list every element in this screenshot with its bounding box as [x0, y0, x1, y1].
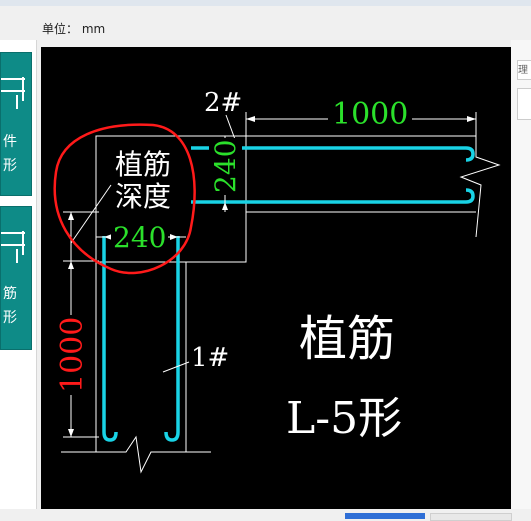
rebar-thumbnail-icon — [1, 77, 25, 109]
label-depth-line2: 深度 — [115, 180, 172, 213]
leader-1 — [162, 361, 190, 373]
thumbnail-label-line1: 件 — [3, 134, 17, 150]
break-line-right — [459, 122, 501, 238]
window-top-edge — [0, 0, 531, 6]
right-panel-strip: 理 — [511, 40, 531, 519]
dim-top-value: 1000 — [328, 97, 413, 132]
annotation-1: 1# — [191, 343, 230, 373]
annotation-2: 2# — [204, 88, 243, 118]
right-field[interactable] — [517, 88, 531, 120]
rebar-thumbnail-icon — [1, 231, 25, 263]
title-line1: 植筋 — [299, 311, 396, 367]
leader-depth — [70, 184, 112, 244]
dim-left-value: 1000 — [55, 314, 90, 395]
thumbnail-label-line2: 形 — [3, 158, 17, 174]
confirm-button[interactable] — [345, 513, 425, 519]
thumbnail-card[interactable]: 件 形 — [0, 52, 32, 196]
title-line2: L-5形 — [286, 393, 403, 444]
cancel-button[interactable] — [430, 513, 512, 521]
dim-240-right-value: 240 — [209, 137, 242, 195]
thumbnail-card[interactable]: 筋 形 — [0, 206, 32, 350]
break-line-bottom — [61, 435, 211, 474]
thumbnail-label-line1: 筋 — [3, 286, 17, 302]
drawing-canvas: 2# 1000 植筋 深度 240 240 1000 1# 植筋 L-5形 — [41, 47, 511, 509]
left-thumbnail-panel: 件 形 筋 形 — [0, 40, 37, 519]
thumbnail-label-line2: 形 — [3, 310, 17, 326]
dim-240-inner-value: 240 — [111, 221, 169, 254]
rebar-diagram — [53, 112, 501, 474]
vertical-rebar-1 — [102, 236, 180, 442]
unit-label: 单位： mm — [42, 22, 106, 36]
right-tab[interactable]: 理 — [517, 60, 531, 80]
